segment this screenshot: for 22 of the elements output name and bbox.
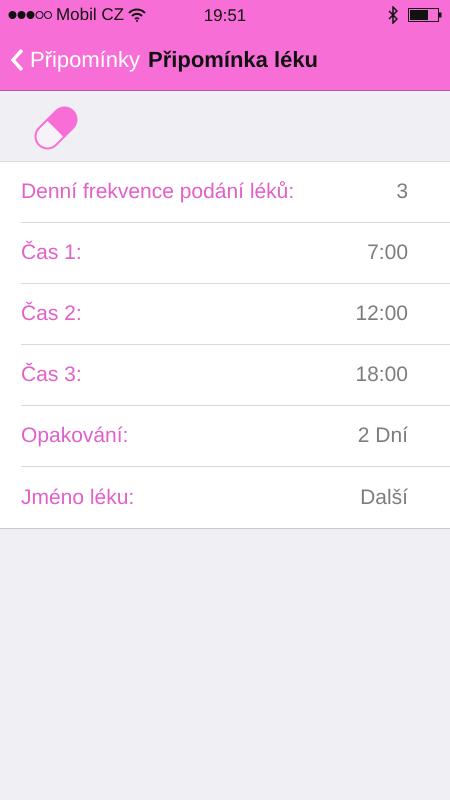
- field-label: Opakování:: [21, 424, 128, 448]
- back-button[interactable]: Připomínky: [10, 47, 140, 73]
- clock-time: 19:51: [204, 6, 246, 25]
- carrier-name: Mobil CZ: [56, 5, 124, 25]
- field-label: Čas 3:: [21, 363, 82, 387]
- field-value[interactable]: 12:00: [355, 302, 408, 326]
- field-label: Čas 2:: [21, 302, 82, 326]
- field-value[interactable]: 3: [396, 180, 408, 204]
- field-value[interactable]: 7:00: [367, 241, 408, 265]
- field-label: Jméno léku:: [21, 486, 134, 510]
- field-value[interactable]: 18:00: [355, 363, 408, 387]
- field-label: Denní frekvence podání léků:: [21, 180, 294, 204]
- chevron-left-icon: [10, 48, 24, 72]
- field-value[interactable]: Další: [360, 486, 408, 510]
- pill-icon: [32, 105, 80, 151]
- bluetooth-icon: [388, 6, 398, 24]
- screen-title: Připomínka léku: [148, 47, 318, 73]
- battery-icon: [408, 8, 442, 22]
- signal-icon: [8, 10, 52, 20]
- field-label: Čas 1:: [21, 241, 82, 265]
- wifi-icon: [128, 8, 146, 22]
- field-value[interactable]: 2 Dní: [358, 424, 408, 448]
